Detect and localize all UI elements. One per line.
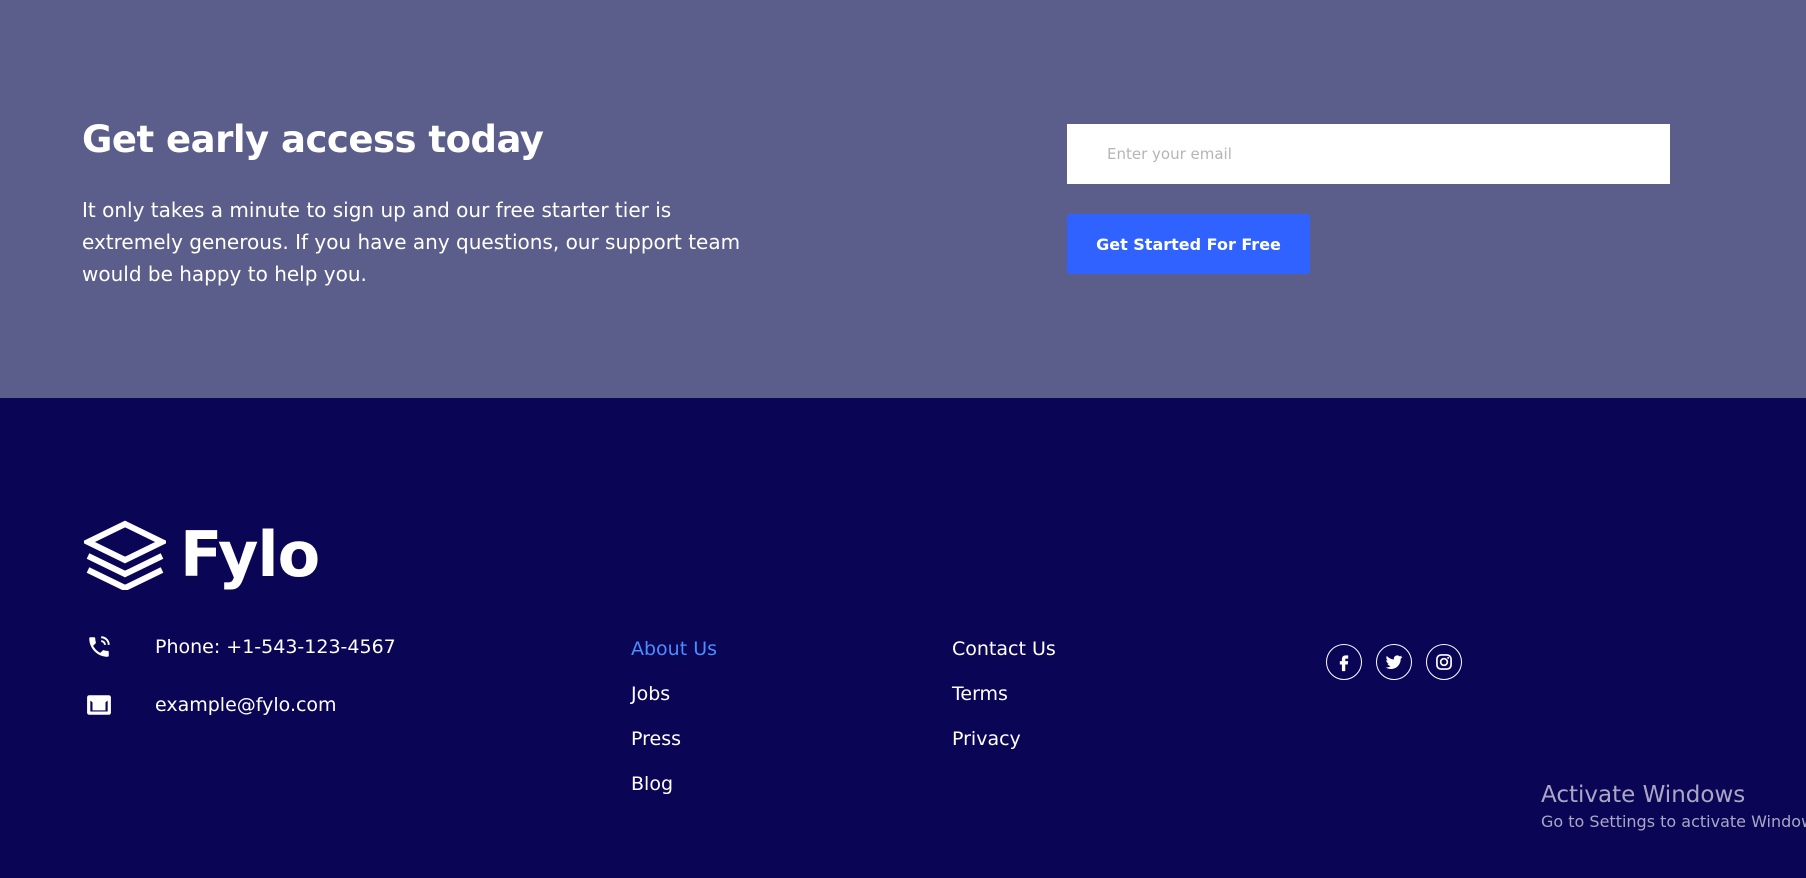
early-access-section: Get early access today It only takes a m… bbox=[0, 0, 1806, 398]
twitter-icon bbox=[1385, 655, 1403, 669]
link-privacy[interactable]: Privacy bbox=[952, 724, 1021, 754]
link-jobs[interactable]: Jobs bbox=[631, 679, 670, 709]
link-press[interactable]: Press bbox=[631, 724, 681, 754]
link-blog[interactable]: Blog bbox=[631, 769, 673, 799]
link-terms[interactable]: Terms bbox=[952, 679, 1008, 709]
twitter-link[interactable] bbox=[1376, 644, 1412, 680]
watermark-subtitle: Go to Settings to activate Windows. bbox=[1541, 812, 1806, 831]
contact-email: example@fylo.com bbox=[86, 690, 337, 720]
facebook-icon bbox=[1339, 655, 1349, 672]
contact-phone: Phone: +1-543-123-4567 bbox=[86, 632, 396, 662]
mail-icon bbox=[87, 695, 111, 715]
instagram-icon bbox=[1436, 654, 1452, 670]
phone-icon bbox=[89, 636, 110, 657]
facebook-link[interactable] bbox=[1326, 644, 1362, 680]
instagram-link[interactable] bbox=[1426, 644, 1462, 680]
get-started-button[interactable]: Get Started For Free bbox=[1067, 214, 1310, 274]
phone-text: Phone: +1-543-123-4567 bbox=[155, 636, 396, 658]
link-contact-us[interactable]: Contact Us bbox=[952, 634, 1056, 664]
logo-text: Fylo bbox=[180, 518, 320, 591]
watermark-title: Activate Windows bbox=[1541, 782, 1746, 808]
fylo-logo[interactable]: Fylo bbox=[84, 518, 320, 591]
stacked-layers-icon bbox=[84, 520, 166, 590]
cta-description: It only takes a minute to sign up and ou… bbox=[82, 198, 741, 286]
cta-heading: Get early access today bbox=[82, 118, 544, 161]
email-text: example@fylo.com bbox=[155, 694, 337, 716]
email-input[interactable] bbox=[1067, 124, 1670, 184]
link-about-us[interactable]: About Us bbox=[631, 634, 717, 664]
windows-activation-watermark: Activate Windows Go to Settings to activ… bbox=[1541, 780, 1806, 834]
